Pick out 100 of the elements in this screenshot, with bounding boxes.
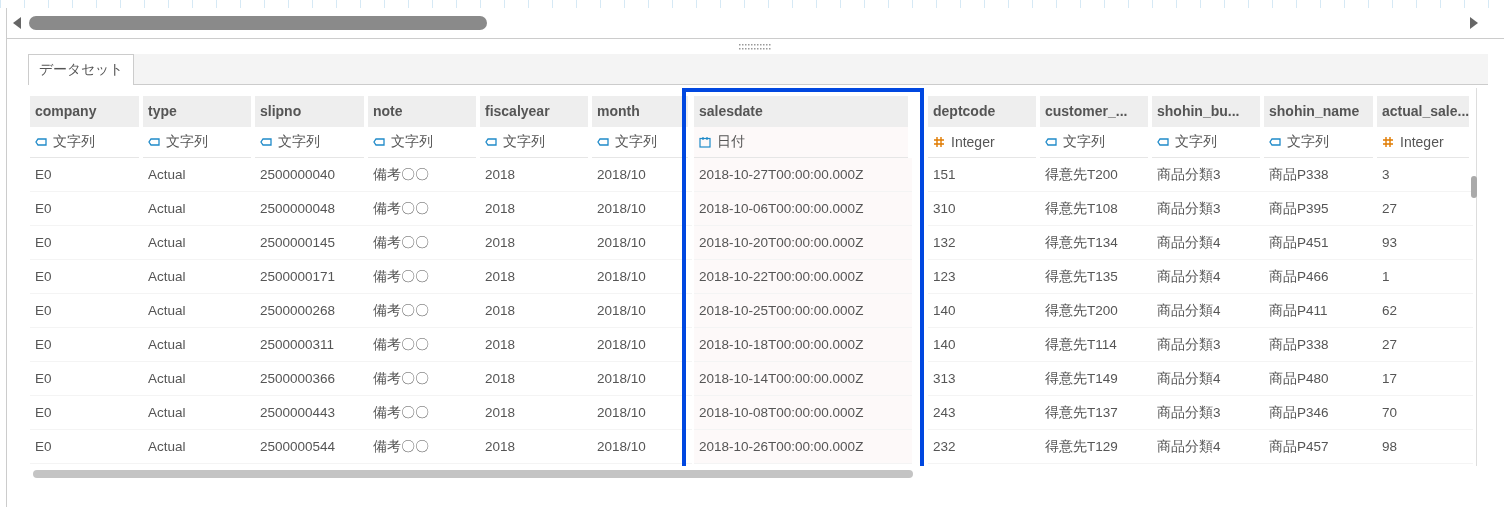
table-cell: 商品分類4 (1152, 362, 1264, 396)
table-cell: 商品分類4 (1152, 294, 1264, 328)
type-label: 文字列 (503, 133, 545, 151)
table-cell: Actual (143, 192, 255, 226)
column-header[interactable]: deptcode (928, 96, 1036, 127)
table-cell: 商品P480 (1264, 362, 1377, 396)
table-cell: 2018 (480, 396, 592, 430)
scrollbar-thumb[interactable] (29, 16, 487, 30)
tag-icon (597, 136, 609, 148)
table-cell: 2018/10 (592, 192, 692, 226)
scrollbar-thumb[interactable] (1471, 176, 1477, 198)
table-cell: 2500000366 (255, 362, 368, 396)
table-cell: 132 (928, 226, 1040, 260)
drag-handle-icon[interactable] (738, 43, 773, 50)
table-cell: E0 (30, 294, 143, 328)
column-header[interactable]: note (368, 96, 476, 127)
table-cell: 商品分類4 (1152, 226, 1264, 260)
table-cell: 243 (928, 396, 1040, 430)
table-cell: 2018 (480, 158, 592, 192)
hash-icon (1382, 136, 1394, 148)
table-cell: E0 (30, 396, 143, 430)
table-cell: 93 (1377, 226, 1473, 260)
column-header[interactable]: shohin_name (1264, 96, 1373, 127)
table-cell: 商品P411 (1264, 294, 1377, 328)
table-cell: 98 (1377, 430, 1473, 464)
table-cell: 得意先T129 (1040, 430, 1152, 464)
table-cell: 商品P395 (1264, 192, 1377, 226)
table-cell: 商品P338 (1264, 158, 1377, 192)
table-cell: 2018/10 (592, 362, 692, 396)
table-cell: 2018 (480, 294, 592, 328)
table-cell: 備考〇〇 (368, 226, 480, 260)
table-cell: E0 (30, 260, 143, 294)
table-cell: 2018-10-22T00:00:00.000Z (694, 260, 912, 294)
table-cell: 2500000268 (255, 294, 368, 328)
table-cell: 310 (928, 192, 1040, 226)
table-cell: 商品P338 (1264, 328, 1377, 362)
table-cell: 2018-10-06T00:00:00.000Z (694, 192, 912, 226)
table-cell: 62 (1377, 294, 1473, 328)
table-cell: 2018-10-26T00:00:00.000Z (694, 430, 912, 464)
table-cell: 商品P451 (1264, 226, 1377, 260)
left-arrow-icon[interactable] (11, 16, 23, 30)
right-arrow-icon[interactable] (1468, 16, 1480, 30)
table-cell: 2500000443 (255, 396, 368, 430)
column-header[interactable]: salesdate (694, 96, 908, 127)
tag-icon (148, 136, 160, 148)
table-cell: 備考〇〇 (368, 328, 480, 362)
table-cell: 備考〇〇 (368, 396, 480, 430)
type-label: 文字列 (1175, 133, 1217, 151)
table-cell: 123 (928, 260, 1040, 294)
table-cell: 得意先T108 (1040, 192, 1152, 226)
table-cell: 2018/10 (592, 158, 692, 192)
table-cell: Actual (143, 362, 255, 396)
table-cell: 備考〇〇 (368, 192, 480, 226)
table-cell: 得意先T200 (1040, 294, 1152, 328)
tag-icon (1045, 136, 1057, 148)
table-cell: 2018-10-08T00:00:00.000Z (694, 396, 912, 430)
table-cell: Actual (143, 294, 255, 328)
table-cell: E0 (30, 328, 143, 362)
type-label: Integer (951, 134, 995, 150)
table-cell: 商品分類3 (1152, 396, 1264, 430)
type-label: 文字列 (166, 133, 208, 151)
table-cell: 2018 (480, 362, 592, 396)
table-cell: 2018 (480, 226, 592, 260)
column-header[interactable]: customer_... (1040, 96, 1148, 127)
table-cell: 2500000048 (255, 192, 368, 226)
table-cell: 得意先T200 (1040, 158, 1152, 192)
column-header[interactable]: shohin_bu... (1152, 96, 1260, 127)
table-cell: 備考〇〇 (368, 294, 480, 328)
scrollbar-thumb[interactable] (33, 470, 913, 478)
table-cell: E0 (30, 192, 143, 226)
table-cell: 2500000145 (255, 226, 368, 260)
table-cell: 備考〇〇 (368, 362, 480, 396)
tag-icon (35, 136, 47, 148)
table-cell: 2500000544 (255, 430, 368, 464)
column-header[interactable]: company (30, 96, 139, 127)
column-header[interactable]: type (143, 96, 251, 127)
type-label: 文字列 (1063, 133, 1105, 151)
column-header[interactable]: fiscalyear (480, 96, 588, 127)
column-header[interactable]: slipno (255, 96, 364, 127)
table-cell: 27 (1377, 328, 1473, 362)
tag-icon (373, 136, 385, 148)
column-header[interactable]: month (592, 96, 688, 127)
table-cell: 2500000040 (255, 158, 368, 192)
table-cell: E0 (30, 430, 143, 464)
table-cell: 商品P457 (1264, 430, 1377, 464)
column-header[interactable]: actual_sale... (1377, 96, 1469, 127)
table-cell: 2018/10 (592, 260, 692, 294)
tab[interactable]: データセット (28, 54, 134, 85)
table-cell: 商品分類3 (1152, 328, 1264, 362)
table-cell: 得意先T137 (1040, 396, 1152, 430)
type-label: 文字列 (278, 133, 320, 151)
table-cell: 備考〇〇 (368, 260, 480, 294)
table-cell: 商品分類3 (1152, 192, 1264, 226)
table-cell: E0 (30, 226, 143, 260)
hash-icon (933, 136, 945, 148)
table-cell: Actual (143, 328, 255, 362)
table-cell: Actual (143, 260, 255, 294)
table-cell: 140 (928, 328, 1040, 362)
type-label: 文字列 (1287, 133, 1329, 151)
table-cell: Actual (143, 158, 255, 192)
